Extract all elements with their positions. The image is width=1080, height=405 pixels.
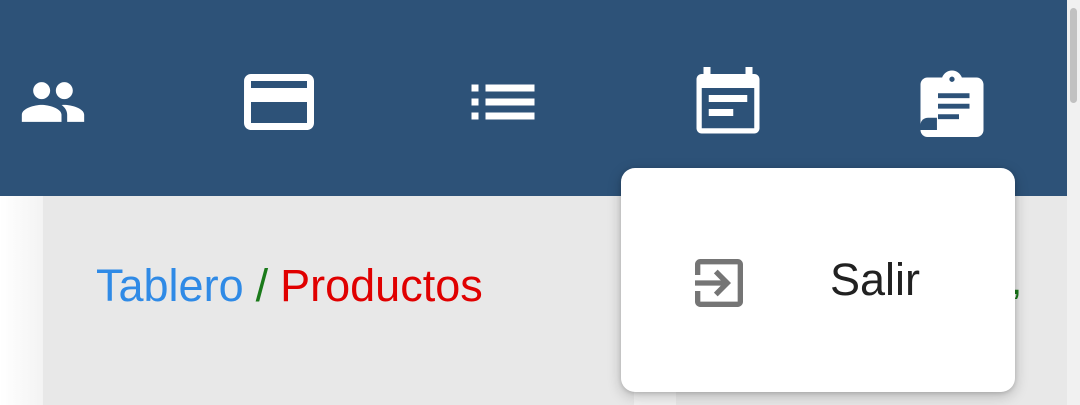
- page: Tablero / Productos , Salir: [0, 0, 1080, 405]
- calendar-event-icon: [696, 67, 760, 134]
- nav-payments-button[interactable]: [237, 62, 321, 142]
- breadcrumb-separator: /: [255, 260, 269, 311]
- nav-assignment-button[interactable]: [910, 62, 994, 142]
- left-gutter: [0, 196, 43, 405]
- breadcrumb: Tablero / Productos: [96, 258, 483, 314]
- top-navigation-bar: [0, 0, 1067, 196]
- breadcrumb-current-page: Productos: [280, 260, 483, 311]
- scrollbar-thumb[interactable]: [1070, 8, 1077, 103]
- logout-menu-item[interactable]: Salir: [621, 224, 1015, 336]
- assignment-badge-icon: [920, 70, 984, 137]
- logout-menu-label: Salir: [830, 254, 921, 305]
- nav-users-button[interactable]: [11, 62, 95, 142]
- exit-to-app-icon: [695, 259, 743, 307]
- people-icon: [21, 82, 85, 122]
- credit-card-icon: [244, 74, 314, 130]
- breadcrumb-home-link[interactable]: Tablero: [96, 260, 244, 311]
- user-menu-popup: Salir: [621, 168, 1015, 392]
- nav-list-button[interactable]: [461, 62, 545, 142]
- vertical-scrollbar[interactable]: [1067, 0, 1080, 405]
- list-icon: [471, 84, 535, 120]
- nav-calendar-button[interactable]: [686, 62, 770, 142]
